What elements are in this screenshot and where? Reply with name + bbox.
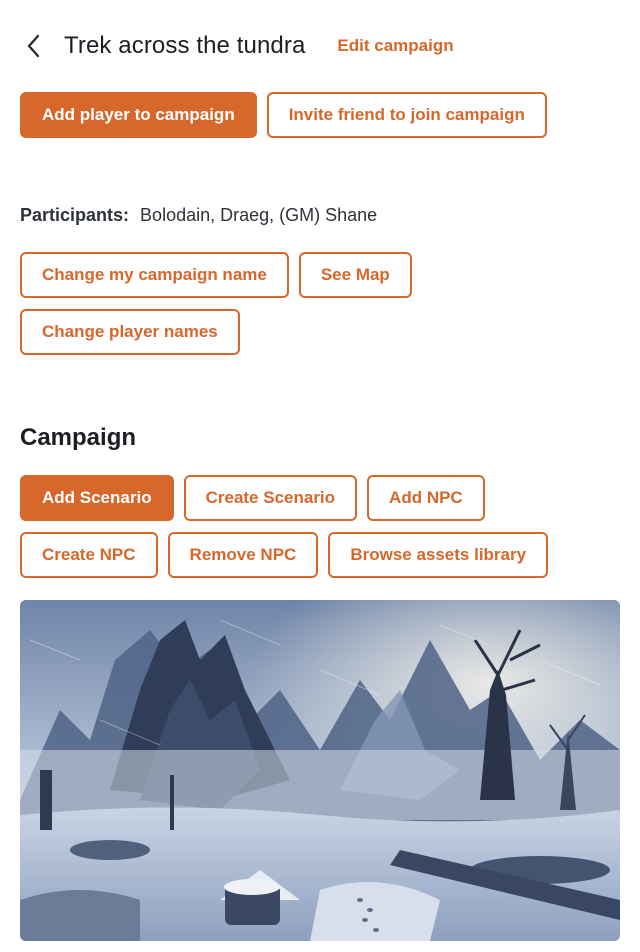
change-campaign-name-button[interactable]: Change my campaign name [20, 252, 289, 298]
create-scenario-button[interactable]: Create Scenario [183, 475, 358, 521]
back-button[interactable] [20, 32, 48, 60]
participants-names: Bolodain, Draeg, (GM) Shane [140, 205, 378, 225]
invite-friend-button[interactable]: Invite friend to join campaign [266, 92, 547, 138]
add-npc-button[interactable]: Add NPC [367, 475, 485, 521]
create-npc-button[interactable]: Create NPC [20, 532, 158, 578]
campaign-section-title: Campaign [20, 424, 137, 451]
add-player-button[interactable]: Add player to campaign [20, 92, 257, 138]
participants-line: Participants: Bolodain, Draeg, (GM) Shan… [20, 205, 377, 226]
participant-actions-row-2: Change player names [20, 309, 240, 355]
change-player-names-button[interactable]: Change player names [20, 309, 240, 355]
chevron-left-icon [27, 34, 40, 58]
participants-label: Participants: [20, 205, 130, 225]
campaign-page: Trek across the tundra Edit campaign Add… [0, 0, 640, 952]
header: Trek across the tundra Edit campaign [20, 30, 454, 62]
tundra-landscape-illustration [20, 600, 620, 941]
campaign-actions-row-2: Create NPC Remove NPC Browse assets libr… [20, 532, 549, 578]
browse-assets-button[interactable]: Browse assets library [328, 532, 549, 578]
page-title: Trek across the tundra [64, 32, 306, 59]
add-scenario-button[interactable]: Add Scenario [20, 475, 174, 521]
edit-campaign-link[interactable]: Edit campaign [337, 36, 453, 56]
scenario-image [20, 600, 620, 941]
campaign-actions-row-1: Add Scenario Create Scenario Add NPC [20, 475, 485, 521]
participant-actions-row-1: Change my campaign name See Map [20, 252, 412, 298]
see-map-button[interactable]: See Map [298, 252, 412, 298]
top-actions: Add player to campaign Invite friend to … [20, 92, 547, 138]
remove-npc-button[interactable]: Remove NPC [167, 532, 319, 578]
